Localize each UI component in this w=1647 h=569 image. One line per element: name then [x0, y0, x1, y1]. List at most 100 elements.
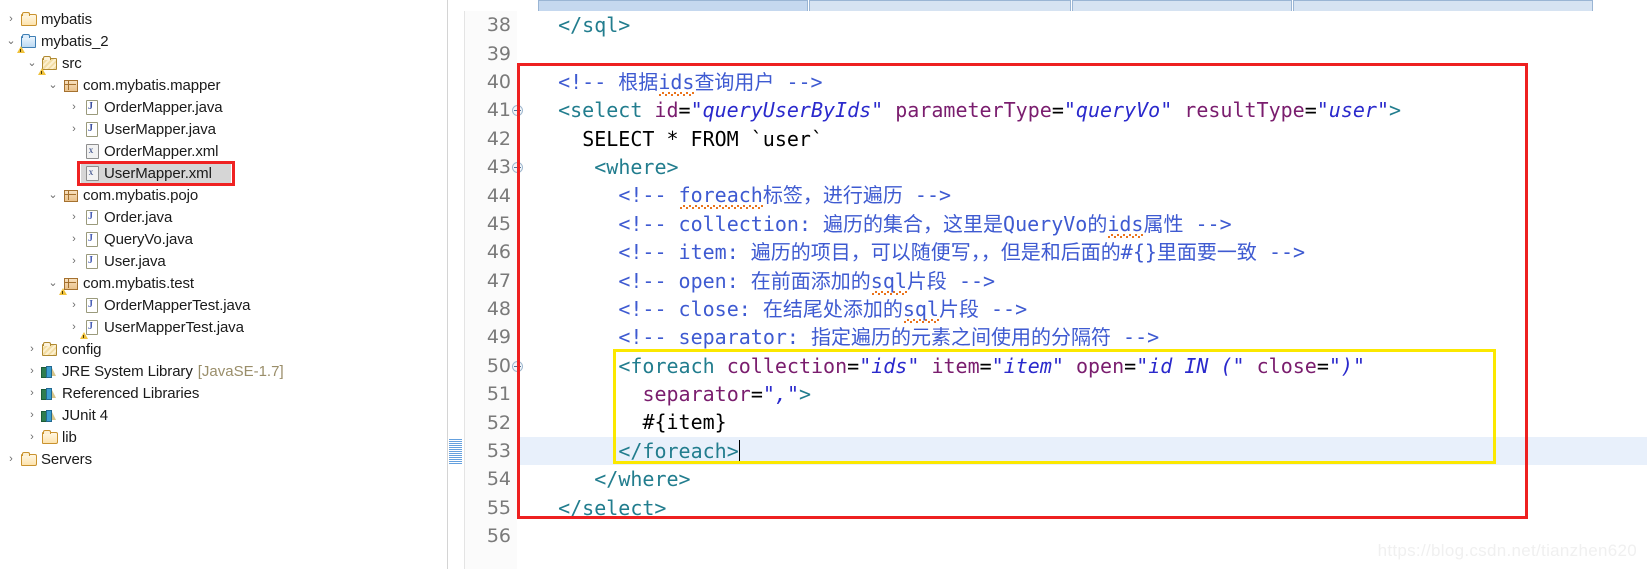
fold-collapse-icon[interactable]	[512, 105, 523, 117]
chevron-down-icon[interactable]: ⌄	[46, 272, 60, 294]
tree-item-usermapper-xml[interactable]: UserMapper.xml	[0, 162, 447, 184]
code-line-text: separator=",">	[642, 382, 812, 407]
tree-item-label: mybatis_2	[41, 32, 109, 50]
line-number: 41	[486, 99, 511, 122]
folder-icon	[18, 8, 38, 30]
twisty-empty-icon	[67, 162, 81, 184]
tree-item-com-mybatis-test[interactable]: ⌄ com.mybatis.test	[0, 272, 447, 295]
fold-collapse-icon[interactable]	[512, 161, 523, 173]
library-icon	[39, 404, 59, 426]
code-lines[interactable]: 38 </sql> 39 40 <!-- 根据ids查询用户 --> 41 <select …	[448, 11, 1647, 569]
tree-item-junit-4[interactable]: › JUnit 4	[0, 404, 447, 426]
editor-panel[interactable]: 38 </sql> 39 40 <!-- 根据ids查询用户 --> 41 <select …	[447, 0, 1647, 569]
chevron-right-icon[interactable]: ›	[25, 360, 39, 382]
editor-tab-other-3[interactable]	[1293, 0, 1593, 11]
code-line-text: <!-- open: 在前面添加的sql片段 -->	[618, 267, 995, 295]
line-number: 39	[486, 42, 511, 65]
chevron-right-icon[interactable]: ›	[67, 96, 81, 118]
chevron-right-icon[interactable]: ›	[25, 404, 39, 426]
code-line-text: </foreach>	[618, 438, 740, 463]
tree-item-servers[interactable]: › Servers	[0, 448, 447, 470]
editor-tab-active[interactable]	[538, 0, 808, 11]
code-line-text: SELECT * FROM `user`	[582, 126, 824, 151]
line-number: 47	[486, 269, 511, 292]
code-line-48[interactable]: 48 <!-- close: 在结尾处添加的sql片段 -->	[448, 295, 1647, 323]
code-line-42[interactable]: 42 SELECT * FROM `user`	[448, 125, 1647, 153]
line-number: 54	[486, 468, 511, 491]
tree-item-config[interactable]: › config	[0, 338, 447, 360]
tree-item-order-java[interactable]: › Order.java	[0, 206, 447, 228]
tree-rows[interactable]: › mybatis ⌄ mybatis_2 ⌄ src ⌄ com.mybatis.mappe…	[0, 8, 447, 470]
tree-item-mybatis[interactable]: › mybatis	[0, 8, 447, 30]
chevron-right-icon[interactable]: ›	[25, 382, 39, 404]
line-number: 53	[486, 440, 511, 463]
chevron-right-icon[interactable]: ›	[67, 206, 81, 228]
package-explorer-panel[interactable]: › mybatis ⌄ mybatis_2 ⌄ src ⌄ com.mybatis.mappe…	[0, 0, 447, 569]
chevron-right-icon[interactable]: ›	[67, 250, 81, 272]
chevron-right-icon[interactable]: ›	[67, 228, 81, 250]
tree-item-label: UserMapper.java	[104, 120, 216, 138]
chevron-down-icon[interactable]: ⌄	[46, 74, 60, 96]
tree-item-label: com.mybatis.mapper	[83, 76, 221, 94]
code-line-55[interactable]: 55 </select>	[448, 494, 1647, 522]
code-line-41[interactable]: 41 <select id="queryUserByIds" parameterT…	[448, 96, 1647, 124]
code-line-45[interactable]: 45 <!-- collection: 遍历的集合，这里是QueryVo的ids属…	[448, 210, 1647, 238]
tree-item-src[interactable]: ⌄ src	[0, 52, 447, 75]
code-line-43[interactable]: 43 <where>	[448, 153, 1647, 181]
chevron-right-icon[interactable]: ›	[4, 448, 18, 470]
fold-collapse-icon[interactable]	[512, 360, 523, 372]
tree-item-ordermappertest-java[interactable]: › OrderMapperTest.java	[0, 294, 447, 316]
code-line-text: <!-- 根据ids查询用户 -->	[558, 68, 823, 96]
code-line-text: <foreach collection="ids" item="item" op…	[618, 353, 1365, 378]
tree-item-ordermapper-xml[interactable]: OrderMapper.xml	[0, 140, 447, 162]
code-line-38[interactable]: 38 </sql>	[448, 11, 1647, 39]
editor-tab-other[interactable]	[809, 0, 1071, 11]
tree-item-label: JRE System Library	[62, 362, 193, 380]
code-line-40[interactable]: 40 <!-- 根据ids查询用户 -->	[448, 68, 1647, 96]
tree-item-com-mybatis-mapper[interactable]: ⌄ com.mybatis.mapper	[0, 74, 447, 96]
editor-tab-other-2[interactable]	[1072, 0, 1292, 11]
code-line-52[interactable]: 52 #{item}	[448, 408, 1647, 436]
tree-item-com-mybatis-pojo[interactable]: ⌄ com.mybatis.pojo	[0, 184, 447, 206]
tree-item-label: QueryVo.java	[104, 230, 193, 248]
tree-item-label: Order.java	[104, 208, 173, 226]
chevron-down-icon[interactable]: ⌄	[4, 30, 18, 52]
chevron-right-icon[interactable]: ›	[67, 316, 81, 338]
chevron-right-icon[interactable]: ›	[4, 8, 18, 30]
tree-item-label: src	[62, 54, 82, 72]
tree-item-referenced-libraries[interactable]: › Referenced Libraries	[0, 382, 447, 404]
package-icon	[60, 74, 80, 96]
chevron-right-icon[interactable]: ›	[25, 338, 39, 360]
tree-item-usermapper-java[interactable]: › UserMapper.java	[0, 118, 447, 140]
code-line-46[interactable]: 46 <!-- item: 遍历的项目，可以随便写，，但是和后面的#{}里面要一致…	[448, 238, 1647, 266]
tree-item-usermappertest-java[interactable]: › UserMapperTest.java	[0, 316, 447, 339]
tree-item-mybatis-2[interactable]: ⌄ mybatis_2	[0, 30, 447, 53]
code-line-47[interactable]: 47 <!-- open: 在前面添加的sql片段 -->	[448, 267, 1647, 295]
library-icon	[39, 382, 59, 404]
tree-item-jre-system-library[interactable]: › JRE System Library [JavaSE-1.7]	[0, 360, 447, 382]
code-line-50[interactable]: 50 <foreach collection="ids" item="item" …	[448, 352, 1647, 380]
java-class-icon	[81, 228, 101, 250]
editor-tab-strip[interactable]	[448, 0, 1647, 11]
chevron-down-icon[interactable]: ⌄	[25, 52, 39, 74]
tree-item-user-java[interactable]: › User.java	[0, 250, 447, 272]
tree-item-lib[interactable]: › lib	[0, 426, 447, 448]
code-line-54[interactable]: 54 </where>	[448, 465, 1647, 493]
tree-item-queryvo-java[interactable]: › QueryVo.java	[0, 228, 447, 250]
code-line-39[interactable]: 39	[448, 39, 1647, 67]
watermark-text: https://blog.csdn.net/tianzhen620	[1377, 541, 1637, 560]
tree-item-ordermapper-java[interactable]: › OrderMapper.java	[0, 96, 447, 118]
chevron-down-icon[interactable]: ⌄	[46, 184, 60, 206]
line-number: 43	[486, 156, 511, 179]
code-line-51[interactable]: 51 separator=",">	[448, 380, 1647, 408]
tree-item-label: Servers	[41, 450, 92, 468]
code-area[interactable]: 38 </sql> 39 40 <!-- 根据ids查询用户 --> 41 <select …	[448, 11, 1647, 569]
code-line-53[interactable]: 53 </foreach>	[448, 436, 1647, 466]
code-line-49[interactable]: 49 <!-- separator: 指定遍历的元素之间使用的分隔符 -->	[448, 323, 1647, 351]
chevron-right-icon[interactable]: ›	[67, 294, 81, 316]
chevron-right-icon[interactable]: ›	[67, 118, 81, 140]
code-line-44[interactable]: 44 <!-- foreach标签，进行遍历 -->	[448, 181, 1647, 209]
chevron-right-icon[interactable]: ›	[25, 426, 39, 448]
tree-item-suffix: [JavaSE-1.7]	[197, 362, 284, 380]
java-interface-icon	[81, 96, 101, 118]
